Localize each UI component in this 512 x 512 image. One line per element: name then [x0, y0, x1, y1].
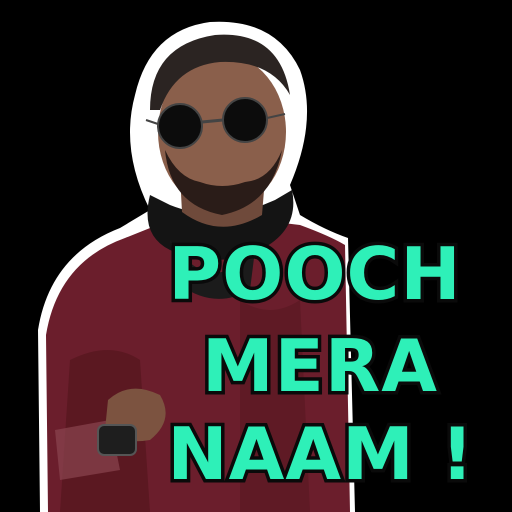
sticker-canvas: POOCH MERA NAAM ! — [0, 0, 512, 512]
caption-line-1: POOCH — [165, 232, 464, 316]
caption-line-3: NAAM ! — [164, 412, 477, 496]
caption-line-2: MERA — [199, 324, 441, 408]
